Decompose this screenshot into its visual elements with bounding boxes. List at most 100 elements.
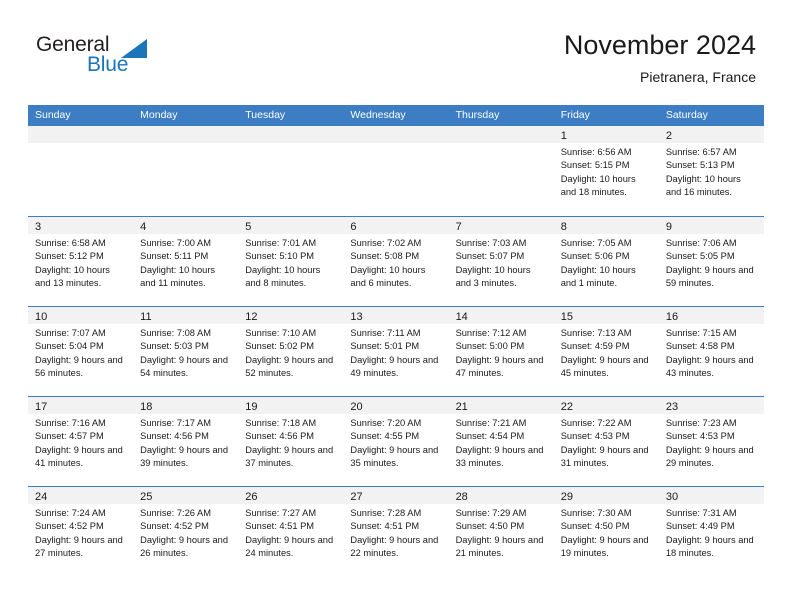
sunrise-text: Sunrise: 7:18 AM xyxy=(245,418,317,428)
day-details: Sunrise: 7:18 AM Sunset: 4:56 PM Daylight:… xyxy=(238,414,343,471)
day-number-band: 22 xyxy=(553,397,659,414)
day-number-band xyxy=(448,126,554,143)
daylight-text: Daylight: 9 hours and 39 minutes. xyxy=(140,444,228,469)
sunset-text: Sunset: 5:12 PM xyxy=(35,251,104,262)
day-cell[interactable]: 19 Sunrise: 7:18 AM Sunset: 4:56 PM Dayligh… xyxy=(238,397,344,486)
day-cell[interactable]: 5 Sunrise: 7:01 AM Sunset: 5:10 PM Daylight… xyxy=(238,217,344,306)
day-cell[interactable]: 7 Sunrise: 7:03 AM Sunset: 5:07 PM Daylight… xyxy=(448,217,554,306)
calendar-week-row: 1 Sunrise: 6:56 AM Sunset: 5:15 PM Daylight… xyxy=(28,126,764,216)
day-number-band: 30 xyxy=(658,487,764,504)
day-cell[interactable]: 22 Sunrise: 7:22 AM Sunset: 4:53 PM Dayligh… xyxy=(553,397,659,486)
day-details: Sunrise: 7:28 AM Sunset: 4:51 PM Daylight:… xyxy=(343,504,448,561)
day-cell[interactable]: 25 Sunrise: 7:26 AM Sunset: 4:52 PM Dayligh… xyxy=(133,487,239,576)
daylight-text: Daylight: 9 hours and 47 minutes. xyxy=(455,354,544,379)
day-cell[interactable]: 14 Sunrise: 7:12 AM Sunset: 5:00 PM Dayligh… xyxy=(448,307,554,396)
day-details: Sunrise: 7:26 AM Sunset: 4:52 PM Daylight:… xyxy=(133,504,238,561)
day-number-band: 20 xyxy=(343,397,449,414)
brand-logo[interactable]: General Blue xyxy=(36,33,156,83)
sunrise-text: Sunrise: 6:56 AM xyxy=(560,147,632,157)
sunset-text: Sunset: 4:51 PM xyxy=(245,521,315,532)
day-number: 10 xyxy=(35,311,48,323)
calendar-week-row: 3 Sunrise: 6:58 AM Sunset: 5:12 PM Daylight… xyxy=(28,216,764,306)
day-cell[interactable]: 28 Sunrise: 7:29 AM Sunset: 4:50 PM Dayligh… xyxy=(448,487,554,576)
weekday-header-saturday: Saturday xyxy=(665,109,708,121)
day-cell[interactable]: 24 Sunrise: 7:24 AM Sunset: 4:52 PM Dayligh… xyxy=(28,487,134,576)
sunrise-text: Sunrise: 7:05 AM xyxy=(560,238,632,248)
day-cell[interactable]: 2 Sunrise: 6:57 AM Sunset: 5:13 PM Daylight… xyxy=(658,126,764,216)
weekday-header-sunday: Sunday xyxy=(35,109,71,121)
sunrise-text: Sunrise: 7:17 AM xyxy=(140,418,211,428)
day-cell[interactable]: 26 Sunrise: 7:27 AM Sunset: 4:51 PM Dayligh… xyxy=(238,487,344,576)
sunset-text: Sunset: 4:58 PM xyxy=(665,341,735,352)
day-number-band: 14 xyxy=(448,307,554,324)
day-cell[interactable]: 9 Sunrise: 7:06 AM Sunset: 5:05 PM Daylight… xyxy=(658,217,764,306)
sunrise-text: Sunrise: 7:13 AM xyxy=(560,328,632,338)
day-details: Sunrise: 7:07 AM Sunset: 5:04 PM Daylight:… xyxy=(28,324,133,381)
day-number: 7 xyxy=(455,221,462,233)
daylight-text: Daylight: 9 hours and 18 minutes. xyxy=(665,534,754,559)
day-number-band: 16 xyxy=(658,307,764,324)
weekday-header-tuesday: Tuesday xyxy=(245,109,286,121)
sunrise-text: Sunrise: 7:22 AM xyxy=(560,418,632,428)
daylight-text: Daylight: 9 hours and 31 minutes. xyxy=(560,444,649,469)
sunset-text: Sunset: 4:55 PM xyxy=(350,431,420,442)
day-cell[interactable]: 23 Sunrise: 7:23 AM Sunset: 4:53 PM Dayligh… xyxy=(658,397,764,486)
sunset-text: Sunset: 4:53 PM xyxy=(560,431,630,442)
day-cell[interactable]: 11 Sunrise: 7:08 AM Sunset: 5:03 PM Dayligh… xyxy=(133,307,239,396)
day-cell[interactable]: 6 Sunrise: 7:02 AM Sunset: 5:08 PM Daylight… xyxy=(343,217,449,306)
day-number-band: 29 xyxy=(553,487,659,504)
day-cell[interactable]: 8 Sunrise: 7:05 AM Sunset: 5:06 PM Daylight… xyxy=(553,217,659,306)
daylight-text: Daylight: 9 hours and 52 minutes. xyxy=(245,354,334,379)
day-cell[interactable]: 1 Sunrise: 6:56 AM Sunset: 5:15 PM Daylight… xyxy=(553,126,659,216)
daylight-text: Daylight: 10 hours and 16 minutes. xyxy=(665,173,741,198)
day-cell[interactable]: 20 Sunrise: 7:20 AM Sunset: 4:55 PM Dayligh… xyxy=(343,397,449,486)
day-number-band: 28 xyxy=(448,487,554,504)
day-number-band: 1 xyxy=(553,126,659,143)
day-cell[interactable]: 12 Sunrise: 7:10 AM Sunset: 5:02 PM Dayligh… xyxy=(238,307,344,396)
day-cell[interactable]: 3 Sunrise: 6:58 AM Sunset: 5:12 PM Daylight… xyxy=(28,217,134,306)
page-subtitle: Pietranera, France xyxy=(640,69,756,85)
day-number: 15 xyxy=(560,311,573,323)
daylight-text: Daylight: 10 hours and 3 minutes. xyxy=(455,264,531,289)
day-number: 4 xyxy=(140,221,147,233)
day-cell[interactable]: 4 Sunrise: 7:00 AM Sunset: 5:11 PM Daylight… xyxy=(133,217,239,306)
day-cell[interactable]: 13 Sunrise: 7:11 AM Sunset: 5:01 PM Dayligh… xyxy=(343,307,449,396)
daylight-text: Daylight: 9 hours and 45 minutes. xyxy=(560,354,649,379)
day-cell[interactable]: 16 Sunrise: 7:15 AM Sunset: 4:58 PM Dayligh… xyxy=(658,307,764,396)
day-number: 18 xyxy=(140,401,153,413)
day-number: 11 xyxy=(140,311,152,323)
sunrise-text: Sunrise: 7:30 AM xyxy=(560,508,632,518)
day-cell[interactable]: 18 Sunrise: 7:17 AM Sunset: 4:56 PM Dayligh… xyxy=(133,397,239,486)
sunset-text: Sunset: 4:56 PM xyxy=(245,431,315,442)
day-number: 22 xyxy=(560,401,573,413)
day-details: Sunrise: 7:30 AM Sunset: 4:50 PM Daylight:… xyxy=(554,504,659,561)
day-cell[interactable]: 21 Sunrise: 7:21 AM Sunset: 4:54 PM Dayligh… xyxy=(448,397,554,486)
daylight-text: Daylight: 9 hours and 54 minutes. xyxy=(140,354,228,379)
day-details: Sunrise: 7:06 AM Sunset: 5:05 PM Daylight:… xyxy=(659,234,764,291)
day-details: Sunrise: 7:03 AM Sunset: 5:07 PM Daylight:… xyxy=(449,234,554,291)
day-cell[interactable]: 10 Sunrise: 7:07 AM Sunset: 5:04 PM Dayligh… xyxy=(28,307,134,396)
sunrise-text: Sunrise: 7:28 AM xyxy=(350,508,422,518)
day-details: Sunrise: 7:22 AM Sunset: 4:53 PM Daylight:… xyxy=(554,414,659,471)
logo-text-blue: Blue xyxy=(87,53,129,76)
sunrise-text: Sunrise: 7:00 AM xyxy=(140,238,211,248)
day-cell[interactable]: 17 Sunrise: 7:16 AM Sunset: 4:57 PM Dayligh… xyxy=(28,397,134,486)
sunrise-text: Sunrise: 6:57 AM xyxy=(665,147,737,157)
sunrise-text: Sunrise: 7:02 AM xyxy=(350,238,422,248)
daylight-text: Daylight: 9 hours and 19 minutes. xyxy=(560,534,649,559)
weekday-header-row: Sunday Monday Tuesday Wednesday Thursday… xyxy=(28,105,764,126)
day-number-band: 19 xyxy=(238,397,344,414)
day-details: Sunrise: 7:13 AM Sunset: 4:59 PM Daylight:… xyxy=(554,324,659,381)
day-details: Sunrise: 7:11 AM Sunset: 5:01 PM Daylight:… xyxy=(343,324,448,381)
day-cell[interactable]: 27 Sunrise: 7:28 AM Sunset: 4:51 PM Dayligh… xyxy=(343,487,449,576)
day-details: Sunrise: 7:02 AM Sunset: 5:08 PM Daylight:… xyxy=(343,234,448,291)
day-cell[interactable]: 15 Sunrise: 7:13 AM Sunset: 4:59 PM Dayligh… xyxy=(553,307,659,396)
day-cell[interactable]: 30 Sunrise: 7:31 AM Sunset: 4:49 PM Dayligh… xyxy=(658,487,764,576)
sunrise-text: Sunrise: 7:12 AM xyxy=(455,328,527,338)
day-number-band: 3 xyxy=(28,217,134,234)
day-number: 9 xyxy=(665,221,672,233)
day-number: 29 xyxy=(560,491,573,503)
sunrise-text: Sunrise: 7:16 AM xyxy=(35,418,106,428)
day-cell[interactable]: 29 Sunrise: 7:30 AM Sunset: 4:50 PM Dayligh… xyxy=(553,487,659,576)
weekday-header-monday: Monday xyxy=(140,109,178,121)
